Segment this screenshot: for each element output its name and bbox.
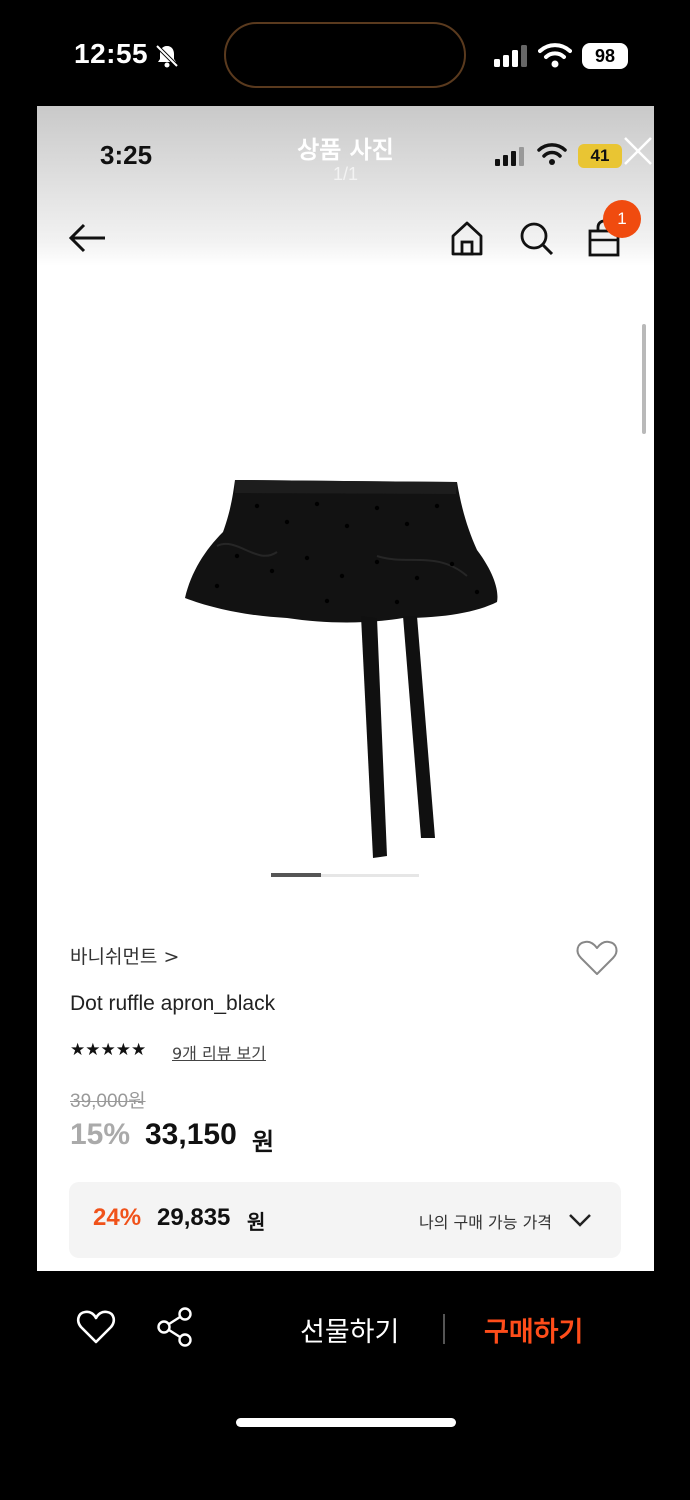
wifi-icon [537, 143, 567, 165]
my-price-panel[interactable]: 24% 29,835 원 나의 구매 가능 가격 [69, 1182, 621, 1258]
viewer-header: 3:25 상품 사진 1/1 41 1 [37, 106, 654, 266]
product-image[interactable] [177, 466, 517, 866]
rating-stars: ★★★★★ [70, 1040, 147, 1060]
discount-rate: 15% [70, 1118, 131, 1151]
signal-icon [495, 147, 524, 166]
search-icon[interactable] [517, 218, 555, 258]
home-indicator[interactable] [236, 1418, 456, 1427]
my-price-unit: 원 [247, 1210, 266, 1234]
inner-battery-indicator: 41 [578, 144, 622, 168]
buy-button[interactable]: 구매하기 [484, 1310, 583, 1349]
heart-icon[interactable] [575, 938, 619, 978]
bell-mute-icon [155, 44, 179, 68]
screenshot-viewer: 3:25 상품 사진 1/1 41 1 바니쉬먼트 > Dot ruffle a… [37, 106, 654, 1271]
sale-price-unit: 원 [252, 1128, 275, 1156]
sale-price: 33,150 [145, 1118, 237, 1151]
chevron-down-icon[interactable] [567, 1210, 593, 1230]
outer-clock: 12:55 [74, 38, 149, 69]
dynamic-island [224, 22, 466, 88]
share-icon[interactable] [156, 1306, 194, 1348]
photo-counter: 1/1 [332, 164, 359, 184]
cart-count-badge: 1 [603, 200, 641, 238]
signal-icon [494, 45, 527, 67]
back-arrow-icon[interactable] [67, 218, 109, 258]
original-price: 39,000원 [70, 1091, 146, 1112]
product-title: Dot ruffle apron_black [70, 992, 276, 1015]
my-price-label: 나의 구매 가능 가격 [419, 1213, 553, 1232]
wifi-icon [538, 43, 572, 68]
image-pager-indicator [271, 873, 321, 877]
outer-status-bar: 12:55 98 [0, 0, 690, 110]
home-icon[interactable] [449, 218, 485, 258]
close-icon[interactable] [621, 134, 654, 168]
gift-button[interactable]: 선물하기 [300, 1310, 399, 1349]
heart-icon[interactable] [76, 1308, 116, 1346]
battery-indicator: 98 [582, 43, 628, 69]
my-discount-rate: 24% [93, 1204, 142, 1231]
review-link[interactable]: 9개 리뷰 보기 [172, 1040, 266, 1064]
brand-link[interactable]: 바니쉬먼트 > [70, 942, 179, 969]
my-price-value: 29,835 [157, 1204, 231, 1231]
action-divider [443, 1314, 445, 1344]
scrollbar[interactable] [642, 324, 646, 434]
